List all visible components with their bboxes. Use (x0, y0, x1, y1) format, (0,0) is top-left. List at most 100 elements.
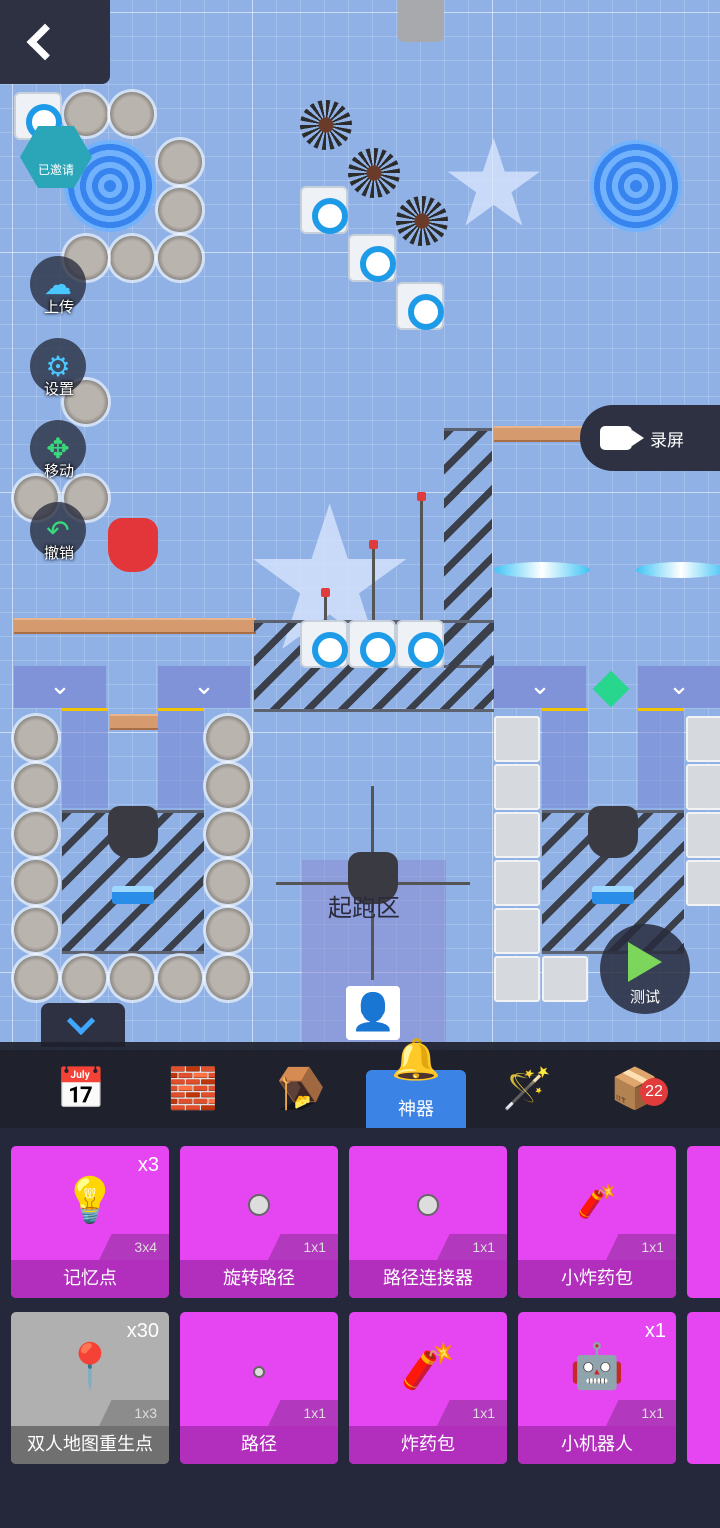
item-card-memory-point[interactable]: x3 💡 3x4 记忆点 (11, 1146, 169, 1298)
connector-node-icon (417, 1194, 439, 1216)
tnt-small-icon: 🧨 (577, 1182, 617, 1220)
map-pin-icon: 📍 (62, 1341, 118, 1392)
saw-blade[interactable] (14, 956, 58, 1000)
saw-blade[interactable] (14, 764, 58, 808)
tab-blocks[interactable]: 🧱 (148, 1050, 238, 1126)
saw-blade[interactable] (14, 812, 58, 856)
saw-blade[interactable] (206, 956, 250, 1000)
saw-blade[interactable] (14, 860, 58, 904)
thorn-trap[interactable] (348, 148, 400, 198)
saw-blade[interactable] (14, 908, 58, 952)
metal-block[interactable] (494, 860, 540, 906)
metal-block[interactable] (542, 956, 588, 1002)
saw-blade[interactable] (206, 908, 250, 952)
gear-block[interactable] (348, 234, 396, 282)
gear-block[interactable] (396, 282, 444, 330)
record-button[interactable]: 录屏 (580, 405, 720, 471)
item-card-partial[interactable] (687, 1312, 720, 1464)
pit-wall (542, 708, 588, 808)
pit-wall (638, 708, 684, 808)
lever-pole[interactable] (369, 540, 378, 620)
item-card-tnt[interactable]: 🧨 1x1 炸药包 (349, 1312, 507, 1464)
wood-plank[interactable] (14, 618, 256, 634)
item-card-respawn-point[interactable]: x30 📍 1x3 双人地图重生点 (11, 1312, 169, 1464)
lever-pole[interactable] (321, 588, 330, 622)
item-card-rotate-path[interactable]: 1x1 旋转路径 (180, 1146, 338, 1298)
saw-blade[interactable] (158, 140, 202, 184)
tab-calendar[interactable]: 📅 (36, 1050, 126, 1126)
thorn-trap[interactable] (396, 196, 448, 246)
tab-magic[interactable]: 🪄 (482, 1050, 572, 1126)
item-card-path[interactable]: 1x1 路径 (180, 1312, 338, 1464)
stone-block[interactable] (398, 0, 444, 42)
saw-blade[interactable] (110, 92, 154, 136)
collapse-panel-button[interactable] (41, 1003, 125, 1047)
settings-label: 设置 (43, 380, 74, 398)
wood-plank[interactable] (494, 426, 594, 442)
drop-pad[interactable]: ⌄ (14, 666, 106, 708)
metal-block[interactable] (494, 812, 540, 858)
saw-blade[interactable] (110, 236, 154, 280)
gear-block[interactable] (300, 620, 348, 668)
move-label: 移动 (43, 462, 74, 480)
metal-block[interactable] (686, 764, 720, 810)
tab-box[interactable]: 📦 22 (590, 1050, 680, 1126)
red-pot[interactable] (108, 518, 158, 572)
metal-block[interactable] (494, 956, 540, 1002)
wood-plank[interactable] (110, 714, 158, 730)
move-button[interactable]: ✥ 移动 (30, 420, 88, 490)
player-avatar[interactable]: 👤 (346, 986, 400, 1040)
item-panel: x3 💡 3x4 记忆点 1x1 旋转路径 1x1 路径连接器 🧨 1x1 小炸… (0, 1128, 720, 1528)
cannon-pot[interactable] (108, 806, 158, 858)
saw-blade[interactable] (14, 716, 58, 760)
metal-block[interactable] (686, 716, 720, 762)
gem-icon[interactable] (592, 670, 630, 708)
propeller[interactable] (494, 562, 590, 578)
saw-blade[interactable] (206, 716, 250, 760)
play-icon (628, 942, 662, 982)
gear-block[interactable] (348, 620, 396, 668)
metal-block[interactable] (494, 908, 540, 954)
saw-blade[interactable] (206, 860, 250, 904)
gear-block[interactable] (396, 620, 444, 668)
propeller[interactable] (636, 562, 720, 578)
settings-button[interactable]: ⚙ 设置 (30, 338, 88, 408)
lever-pole[interactable] (417, 492, 426, 620)
tab-artifacts[interactable]: 🔔 神器 (366, 1037, 466, 1128)
ice-block[interactable] (592, 886, 634, 904)
saw-blade[interactable] (206, 764, 250, 808)
saw-blade[interactable] (158, 956, 202, 1000)
item-size: 1x1 (437, 1234, 507, 1260)
saw-blade[interactable] (110, 956, 154, 1000)
item-card-small-tnt[interactable]: 🧨 1x1 小炸药包 (518, 1146, 676, 1298)
back-button[interactable] (0, 0, 110, 84)
drop-pad[interactable]: ⌄ (494, 666, 586, 708)
test-button[interactable]: 测试 (600, 924, 690, 1014)
upload-button[interactable]: ☁ 上传 (30, 256, 88, 326)
cannon-pot[interactable] (588, 806, 638, 858)
star-decoration: ★ (440, 115, 548, 254)
item-card-partial[interactable] (687, 1146, 720, 1298)
metal-block[interactable] (494, 716, 540, 762)
ice-block[interactable] (112, 886, 154, 904)
saw-blade[interactable] (158, 188, 202, 232)
drop-pad[interactable]: ⌄ (158, 666, 250, 708)
metal-block[interactable] (686, 860, 720, 906)
saw-blade[interactable] (62, 956, 106, 1000)
drop-pad[interactable]: ⌄ (638, 666, 720, 708)
box-count-badge: 22 (640, 1078, 668, 1106)
level-canvas[interactable]: ★ ★ ⌄ ⌄ ⌄ ⌄ 起跑区 👤 (0, 0, 720, 1050)
vortex-portal[interactable] (590, 140, 682, 232)
metal-block[interactable] (686, 812, 720, 858)
metal-block[interactable] (494, 764, 540, 810)
saw-blade[interactable] (206, 812, 250, 856)
item-card-robot[interactable]: x1 🤖 1x1 小机器人 (518, 1312, 676, 1464)
thorn-trap[interactable] (300, 100, 352, 150)
gear-block[interactable] (300, 186, 348, 234)
undo-button[interactable]: ↶ 撤销 (30, 502, 88, 572)
saw-blade[interactable] (158, 236, 202, 280)
item-size: 1x1 (268, 1400, 338, 1426)
item-name: 小机器人 (518, 1426, 676, 1464)
item-card-path-connector[interactable]: 1x1 路径连接器 (349, 1146, 507, 1298)
tab-traps[interactable]: 🪤 (256, 1050, 346, 1126)
